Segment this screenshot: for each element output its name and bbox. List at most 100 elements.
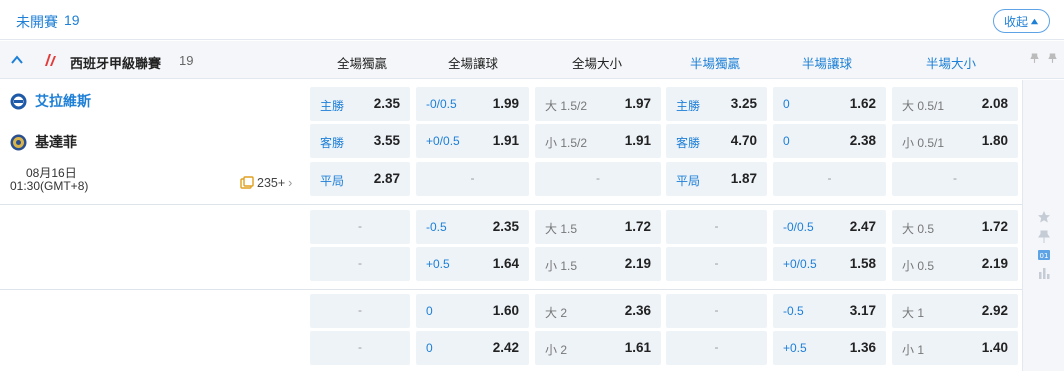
odds-value: 1.99 [492,96,519,111]
odds-cell[interactable]: 大 1 2.92 [892,294,1018,328]
odds-cell[interactable]: 0 2.38 [773,124,886,158]
odds-label: -0/0.5 [783,220,814,234]
odds-cell[interactable]: 小 0.5/1 1.80 [892,124,1018,158]
odds-cell[interactable]: - [535,162,661,196]
odds-cell[interactable]: 平局 2.87 [310,162,410,196]
pin-icon[interactable] [1037,230,1051,244]
odds-cell[interactable]: - [666,247,767,281]
odds-value: 1.97 [624,96,651,111]
odds-label: +0/0.5 [783,257,817,271]
odds-value: 1.62 [849,96,876,111]
header-pin-icons[interactable] [1029,53,1058,67]
odds-cell[interactable]: 0 2.42 [416,331,529,365]
match-tools-sidebar: 01 [1022,80,1064,371]
odds-label: 大 1.5/2 [545,99,588,113]
odds-value: 2.38 [849,133,876,148]
odds-value: 2.42 [492,340,519,355]
odds-empty: - [358,340,362,354]
chevron-up-icon[interactable] [10,53,24,67]
odds-cell[interactable]: +0/0.5 1.91 [416,124,529,158]
odds-cell[interactable]: 客勝 4.70 [666,124,767,158]
odds-cell[interactable]: 0 1.62 [773,87,886,121]
stats-icon[interactable]: 01 [1037,248,1051,262]
odds-cell[interactable]: - [773,162,886,196]
odds-value: 2.92 [981,303,1008,318]
away-team[interactable]: 基達菲 [10,132,77,152]
league-logo-icon [45,54,56,66]
odds-cell[interactable]: - [310,331,410,365]
odds-empty: - [714,340,719,354]
odds-value: 1.36 [849,340,876,355]
odds-label: 大 1.5 [545,222,578,236]
odds-cell[interactable]: +0.5 1.64 [416,247,529,281]
odds-cell[interactable]: -0.5 2.35 [416,210,529,244]
odds-cell[interactable]: 主勝 2.35 [310,87,410,121]
odds-cell[interactable]: 小 2 1.61 [535,331,661,365]
odds-label: +0/0.5 [426,134,460,148]
odds-cell[interactable]: 0 1.60 [416,294,529,328]
collapse-button[interactable]: 收起 [993,9,1050,33]
away-team-badge-icon [10,134,27,150]
league-name[interactable]: 西班牙甲級聯賽 [70,53,161,72]
odds-cell[interactable]: 客勝 3.55 [310,124,410,158]
odds-cell[interactable]: - [416,162,529,196]
star-icon[interactable] [1037,210,1051,224]
odds-cell[interactable]: 小 0.5 2.19 [892,247,1018,281]
league-header: 西班牙甲級聯賽 19 全場獨贏 全場讓球 全場大小 半場獨贏 半場讓球 半場大小 [0,41,1064,79]
odds-cell[interactable]: 小 1.5 2.19 [535,247,661,281]
odds-cell[interactable]: 小 1 1.40 [892,331,1018,365]
odds-value: 1.80 [981,133,1008,148]
pin-icon[interactable] [1029,53,1040,64]
odds-cell[interactable]: - [310,294,410,328]
section-count: 19 [64,12,80,28]
odds-cell[interactable]: 主勝 3.25 [666,87,767,121]
odds-empty: - [358,303,362,317]
col-header-ht-1x2[interactable]: 半場獨贏 [655,53,775,72]
odds-label: -0/0.5 [426,97,457,111]
odds-label: 0 [783,134,790,148]
odds-empty: - [596,171,600,185]
odds-cell[interactable]: - [310,247,410,281]
odds-label: 小 2 [545,343,568,357]
col-header-ft-1x2: 全場獨贏 [336,57,387,71]
odds-label: 客勝 [676,136,701,150]
odds-cell[interactable]: 大 1.5 1.72 [535,210,661,244]
odds-cell[interactable]: 小 1.5/2 1.91 [535,124,661,158]
odds-value: 2.08 [981,96,1008,111]
odds-cell[interactable]: +0/0.5 1.58 [773,247,886,281]
odds-cell[interactable]: - [666,331,767,365]
odds-cell[interactable]: 平局 1.87 [666,162,767,196]
odds-cell[interactable]: -0/0.5 1.99 [416,87,529,121]
section-bar: 未開賽 19 收起 [0,0,1064,40]
chevron-right-icon: › [288,176,293,190]
pin-icon[interactable] [1047,53,1058,64]
odds-cell[interactable]: 大 1.5/2 1.97 [535,87,661,121]
odds-cell[interactable]: -0.5 3.17 [773,294,886,328]
odds-cell[interactable]: 大 2 2.36 [535,294,661,328]
odds-cell[interactable]: 大 0.5 1.72 [892,210,1018,244]
home-team[interactable]: 艾拉維斯 [10,91,91,111]
odds-value: 1.91 [492,133,519,148]
bar-chart-icon[interactable] [1037,266,1051,280]
odds-cell[interactable]: - [310,210,410,244]
odds-value: 1.61 [624,340,651,355]
odds-cell[interactable]: - [666,210,767,244]
more-bets-count: 235+ [257,176,286,190]
col-header-ht-ou[interactable]: 半場大小 [891,53,1011,72]
odds-label: 平局 [320,174,345,188]
odds-label: +0.5 [426,257,450,271]
more-bets-link[interactable]: 235+ › [240,176,292,190]
odds-cell[interactable]: -0/0.5 2.47 [773,210,886,244]
odds-cell[interactable]: 大 0.5/1 2.08 [892,87,1018,121]
odds-cell[interactable]: - [666,294,767,328]
odds-cell[interactable]: - [892,162,1018,196]
odds-label: 小 0.5/1 [902,136,945,150]
odds-value: 1.87 [730,171,757,186]
more-markets-icon [240,176,254,189]
col-header-ht-handicap[interactable]: 半場讓球 [767,53,887,72]
odds-label: 客勝 [320,136,345,150]
odds-label: 大 0.5 [902,222,935,236]
odds-value: 2.35 [492,219,519,234]
odds-cell[interactable]: +0.5 1.36 [773,331,886,365]
odds-label: 0 [783,97,790,111]
